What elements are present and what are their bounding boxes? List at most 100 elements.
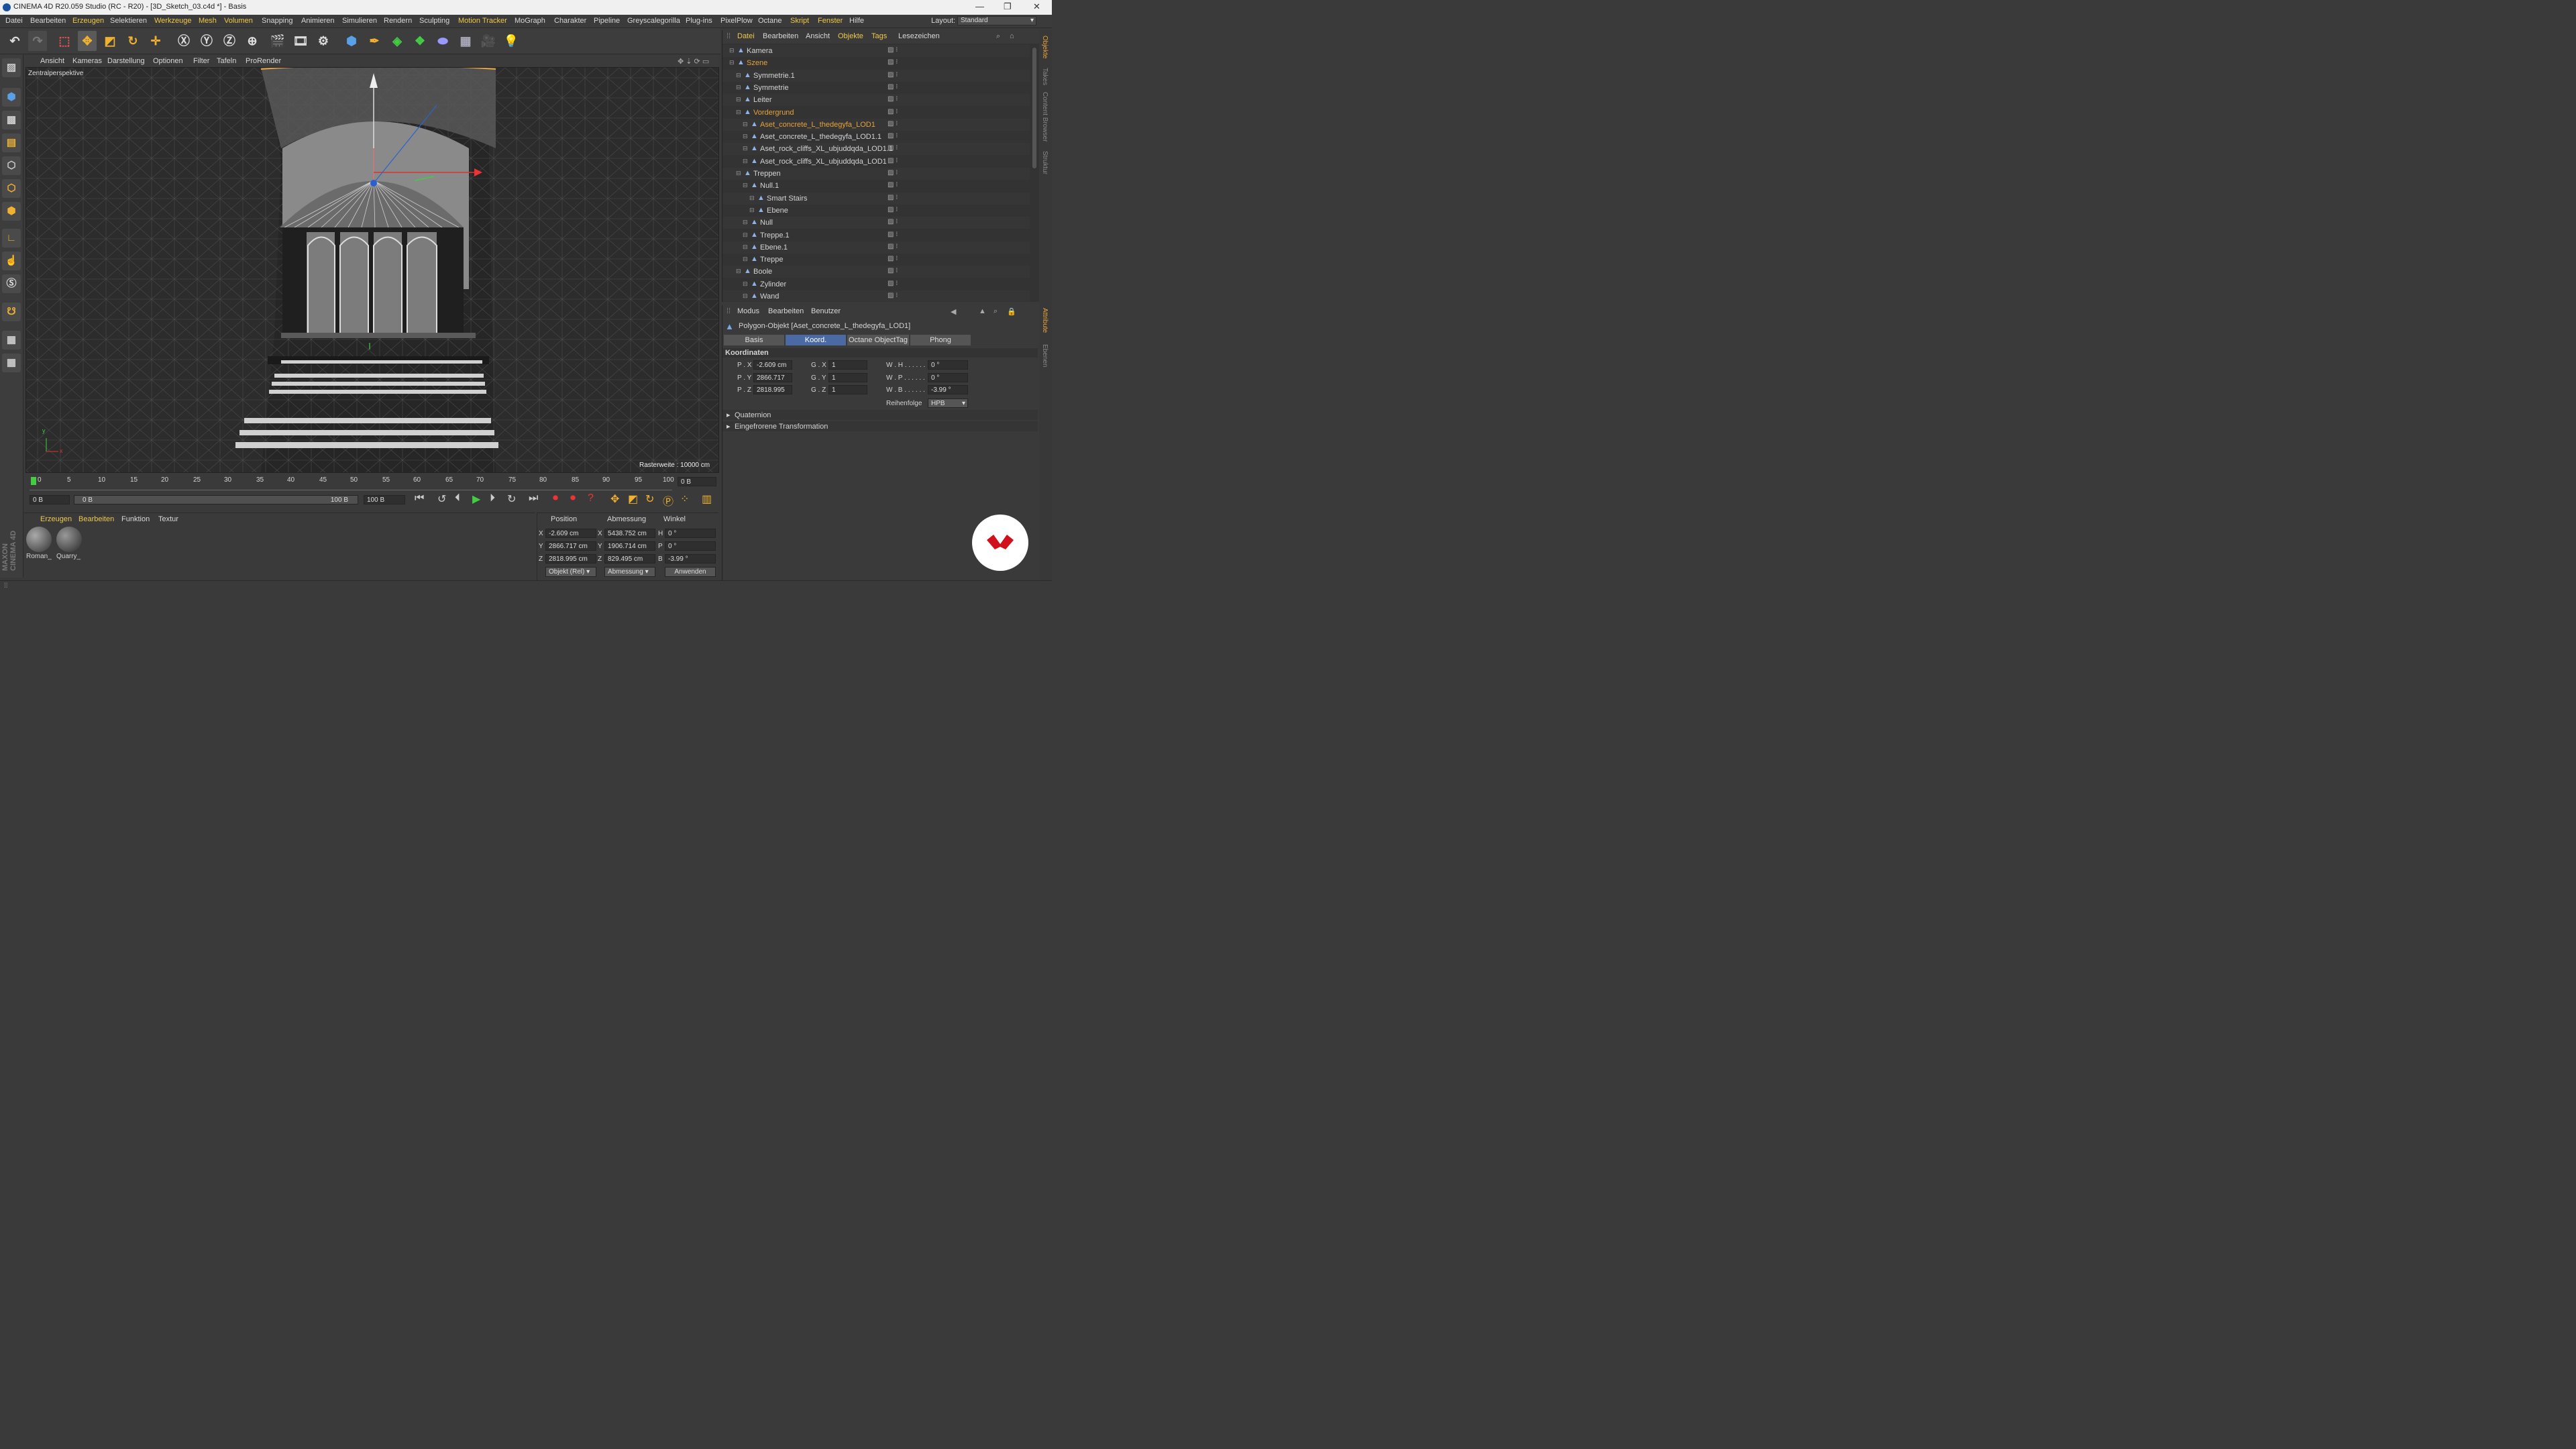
floor-button[interactable]: ▦	[456, 31, 475, 51]
object-row[interactable]: ⊟ ▲ Treppe.1 ▨ ⁝	[722, 229, 1030, 241]
timeline-layout-icon[interactable]: ▥	[702, 492, 712, 506]
object-row[interactable]: ⊟ ▲ Zylinder ▨ ⁝	[722, 278, 1030, 290]
rotation-field[interactable]: -3.99 °	[928, 385, 968, 394]
array-button[interactable]: ❖	[411, 31, 429, 51]
scale-field[interactable]: 1	[828, 385, 867, 394]
tab-koord[interactable]: Koord.	[786, 335, 846, 345]
visibility-toggle-icon[interactable]: ▨ ⁝	[888, 255, 898, 262]
visibility-toggle-icon[interactable]: ▨ ⁝	[888, 132, 898, 140]
object-name[interactable]: Vordergrund	[753, 109, 794, 117]
vp-navigate-icon[interactable]: ✥ ⇣ ⟳ ▭	[678, 57, 709, 66]
expand-toggle-icon[interactable]: ⊟	[749, 195, 755, 202]
object-row[interactable]: ⊟ ▲ Null.1 ▨ ⁝	[722, 180, 1030, 192]
playhead[interactable]	[31, 477, 36, 485]
object-name[interactable]: Kamera	[747, 47, 773, 55]
layout-dropdown[interactable]: Standard ▾	[957, 16, 1036, 25]
expand-toggle-icon[interactable]: ⊟	[743, 280, 748, 288]
menu-datei[interactable]: Datei	[5, 17, 23, 25]
menu-rendern[interactable]: Rendern	[384, 17, 412, 25]
mat-menu-bearbeiten[interactable]: Bearbeiten	[78, 515, 114, 523]
menu-skript[interactable]: Skript	[790, 17, 809, 25]
expand-toggle-icon[interactable]: ⊟	[743, 158, 748, 165]
up-arrow-icon[interactable]: ▲	[979, 307, 986, 315]
expand-toggle-icon[interactable]: ⊟	[729, 47, 735, 54]
autokey-icon[interactable]: ⏺	[570, 492, 576, 504]
om-menu-datei[interactable]: Datei	[737, 32, 755, 40]
size-x-field[interactable]: 5438.752 cm	[604, 529, 655, 538]
expand-toggle-icon[interactable]: ⊟	[736, 268, 741, 275]
side-tab-objekte[interactable]: Objekte	[1041, 36, 1049, 58]
apply-button[interactable]: Anwenden	[665, 567, 716, 577]
object-name[interactable]: Boole	[753, 268, 772, 276]
render-picture-viewer-button[interactable]: 🎞	[291, 31, 310, 51]
texture-mode-button[interactable]: ▩	[2, 111, 21, 129]
object-row[interactable]: ⊟ ▲ Aset_concrete_L_thedegyfa_LOD1 ▨ ⁝	[722, 118, 1030, 131]
expand-toggle-icon[interactable]: ⊟	[736, 109, 741, 116]
object-row[interactable]: ⊟ ▲ Aset_concrete_L_thedegyfa_LOD1.1 ▨ ⁝	[722, 131, 1030, 143]
menu-erzeugen[interactable]: Erzeugen	[72, 17, 104, 25]
object-name[interactable]: Leiter	[753, 96, 772, 104]
step-forward-icon[interactable]: ⏵	[490, 492, 495, 504]
back-arrow-icon[interactable]: ◀	[951, 307, 956, 316]
recent-tool-button[interactable]: ✛	[146, 31, 165, 51]
visibility-toggle-icon[interactable]: ▨ ⁝	[888, 194, 898, 201]
frozen-transform-section[interactable]: ▸ Eingefrorene Transformation	[722, 421, 1038, 431]
select-tool-button[interactable]: ⬚	[55, 31, 74, 51]
model-mode-button[interactable]: ⬢	[2, 88, 21, 107]
rotate-tool-button[interactable]: ↻	[123, 31, 142, 51]
grid-lock-button[interactable]: ▦	[2, 331, 21, 350]
close-button[interactable]: ✕	[1033, 1, 1040, 12]
play-icon[interactable]: ▶	[472, 492, 480, 506]
magnet-button[interactable]: ☋	[2, 303, 21, 321]
object-row[interactable]: ⊟ ▲ Symmetrie ▨ ⁝	[722, 82, 1030, 94]
menu-mograph[interactable]: MoGraph	[515, 17, 545, 25]
object-name[interactable]: Smart Stairs	[767, 195, 808, 203]
snap-button[interactable]: Ⓢ	[2, 274, 21, 293]
menu-sculpting[interactable]: Sculpting	[419, 17, 449, 25]
visibility-toggle-icon[interactable]: ▨ ⁝	[888, 46, 898, 54]
visibility-toggle-icon[interactable]: ▨ ⁝	[888, 157, 898, 164]
visibility-toggle-icon[interactable]: ▨ ⁝	[888, 120, 898, 127]
object-row[interactable]: ⊟ ▲ Leiter ▨ ⁝	[722, 94, 1030, 107]
object-row[interactable]: ⊟ ▲ Ebene ▨ ⁝	[722, 205, 1030, 217]
menu-plugins[interactable]: Plug-ins	[686, 17, 712, 25]
tab-phong[interactable]: Phong	[910, 335, 971, 345]
object-row[interactable]: ⊟ ▲ Kamera ▨ ⁝	[722, 45, 1030, 57]
menu-mesh[interactable]: Mesh	[199, 17, 217, 25]
visibility-toggle-icon[interactable]: ▨ ⁝	[888, 71, 898, 78]
object-name[interactable]: Ebene	[767, 207, 788, 215]
scale-tool-button[interactable]: ◩	[101, 31, 119, 51]
visibility-toggle-icon[interactable]: ▨ ⁝	[888, 218, 898, 225]
size-z-field[interactable]: 829.495 cm	[604, 554, 655, 564]
panel-grip-icon[interactable]: ⁞⁞	[727, 32, 731, 40]
expand-toggle-icon[interactable]: ⊟	[729, 59, 735, 66]
mat-menu-funktion[interactable]: Funktion	[121, 515, 150, 523]
menu-simulieren[interactable]: Simulieren	[342, 17, 377, 25]
key-parameter-icon[interactable]: Ⓟ	[663, 492, 674, 508]
minimize-button[interactable]: —	[975, 1, 984, 11]
side-tab-takes[interactable]: Takes	[1041, 68, 1049, 85]
frame-range-slider[interactable]: 0 B 100 B	[74, 495, 358, 504]
menu-selektieren[interactable]: Selektieren	[110, 17, 147, 25]
axis-mode-button[interactable]: ∟	[2, 229, 21, 248]
menu-hilfe[interactable]: Hilfe	[849, 17, 864, 25]
object-row[interactable]: ⊟ ▲ Smart Stairs ▨ ⁝	[722, 192, 1030, 205]
position-field[interactable]: 2866.717	[753, 372, 792, 382]
object-row[interactable]: ⊟ ▲ Vordergrund ▨ ⁝	[722, 107, 1030, 119]
menu-greyscalegorilla[interactable]: Greyscalegorilla	[627, 17, 680, 25]
object-tree-scrollbar[interactable]	[1032, 48, 1036, 168]
tab-octane-objecttag[interactable]: Octane ObjectTag	[847, 335, 909, 345]
workplane-button[interactable]: ▤	[2, 133, 21, 152]
rot-p-field[interactable]: 0 °	[665, 541, 716, 551]
edges-mode-button[interactable]: ⬡	[2, 179, 21, 198]
record-keys-icon[interactable]: ⏺	[553, 492, 558, 504]
expand-toggle-icon[interactable]: ⊟	[749, 207, 755, 214]
points-mode-button[interactable]: ⬡	[2, 156, 21, 175]
pos-y-field[interactable]: 2866.717 cm	[545, 541, 596, 551]
side-tab-ebenen[interactable]: Ebenen	[1041, 344, 1049, 367]
menu-werkzeuge[interactable]: Werkzeuge	[154, 17, 191, 25]
object-row[interactable]: ⊟ ▲ Null ▨ ⁝	[722, 217, 1030, 229]
render-view-button[interactable]: 🎬	[268, 31, 287, 51]
visibility-toggle-icon[interactable]: ▨ ⁝	[888, 181, 898, 189]
visibility-toggle-icon[interactable]: ▨ ⁝	[888, 83, 898, 91]
